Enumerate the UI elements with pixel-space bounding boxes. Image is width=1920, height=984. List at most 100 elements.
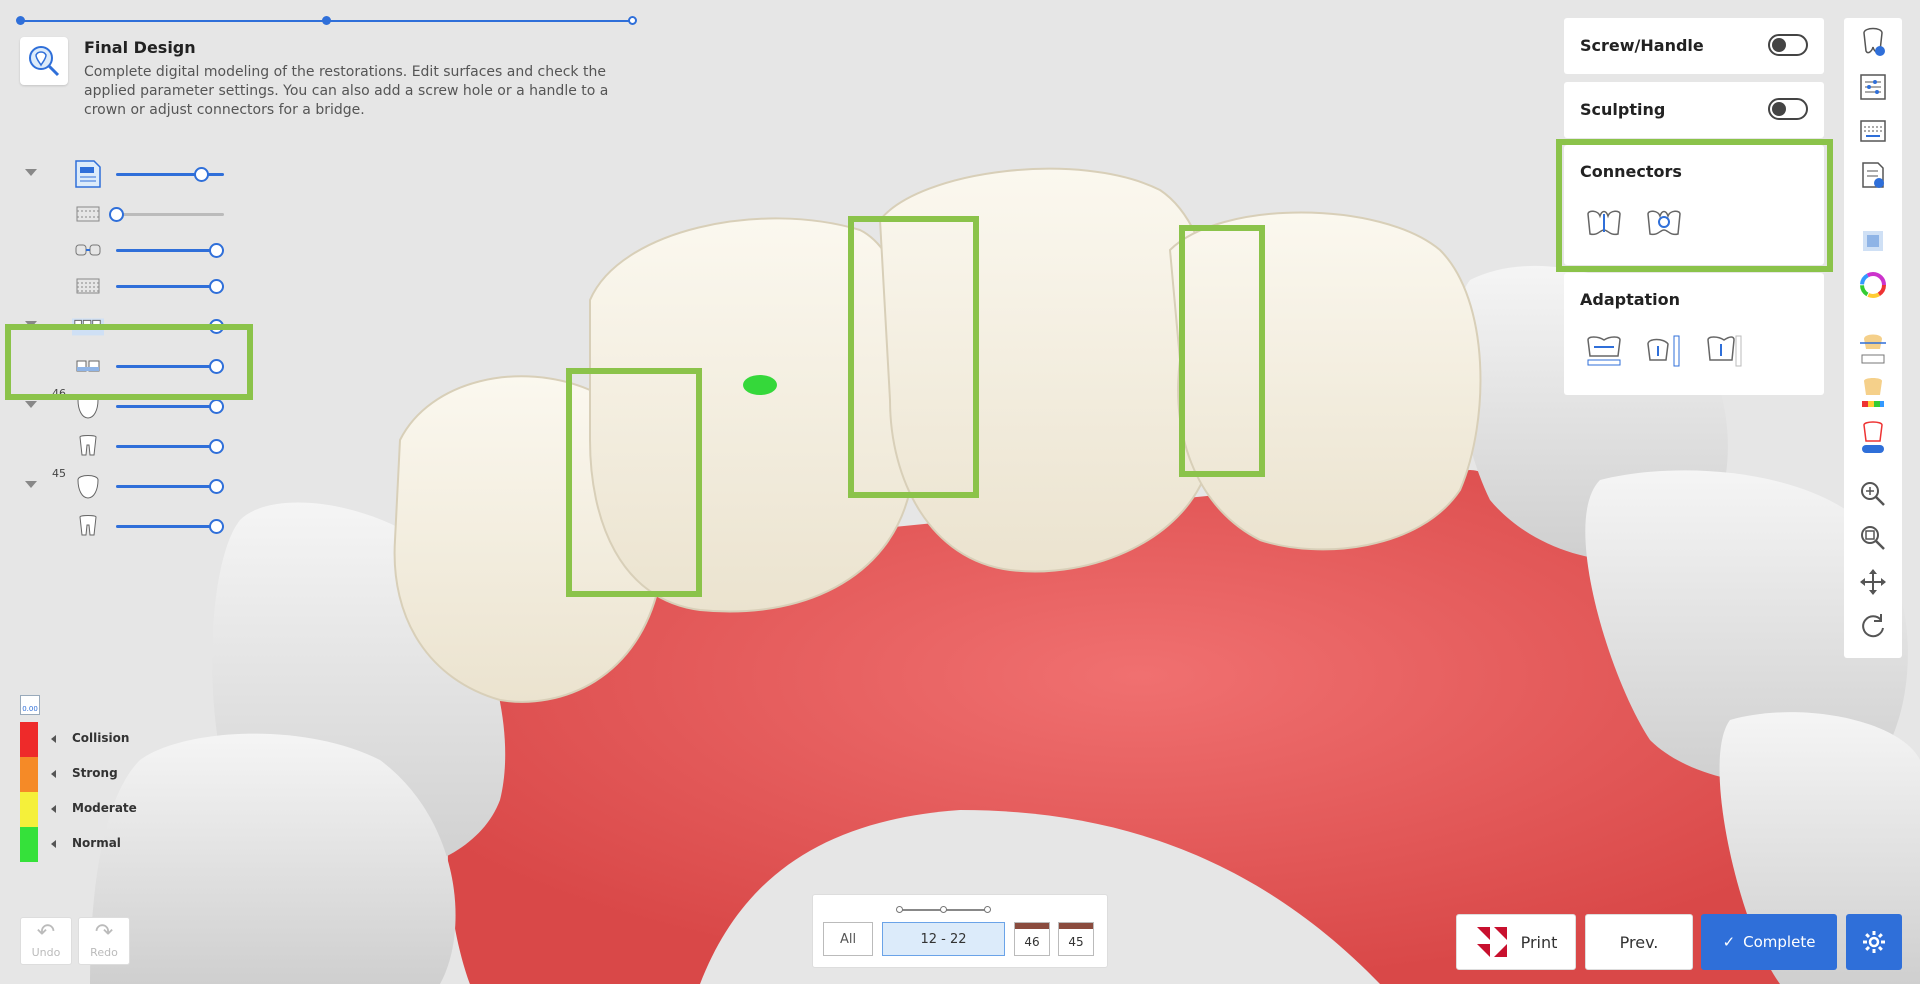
document-icon[interactable] [72, 160, 104, 188]
sculpting-toggle[interactable] [1768, 98, 1808, 120]
adaptation-depth-icon[interactable] [1702, 333, 1746, 369]
selector-slider-dot[interactable] [896, 906, 903, 913]
opacity-slider[interactable] [116, 399, 224, 414]
connector-edit-icon[interactable] [1582, 205, 1626, 241]
settings-sliders-icon[interactable] [1857, 71, 1889, 103]
range-12-22-button[interactable]: 12 - 22 [882, 922, 1005, 956]
adaptation-width-icon[interactable] [1582, 333, 1626, 369]
tree-row[interactable] [0, 349, 250, 383]
complete-button[interactable]: ✓ Complete [1701, 914, 1837, 970]
keyboard-icon[interactable] [1857, 115, 1889, 147]
bridge-icon[interactable] [72, 313, 104, 339]
progress-dot-mid[interactable] [322, 16, 331, 25]
all-teeth-button[interactable]: All [823, 922, 873, 956]
slider-thumb[interactable] [209, 243, 224, 258]
selector-slider-track[interactable] [896, 906, 991, 913]
redo-button[interactable]: ↷ Redo [78, 917, 130, 965]
tree-row[interactable]: 46 [0, 387, 250, 423]
tooth-46-button[interactable]: 46 [1014, 922, 1050, 956]
progress-dot-end[interactable] [628, 16, 637, 25]
prev-button[interactable]: Prev. [1585, 914, 1693, 970]
toggle-knob [1772, 102, 1786, 116]
abutment-icon[interactable] [72, 513, 104, 539]
tree-row[interactable] [0, 309, 250, 343]
scan-jaw-icon[interactable] [72, 201, 104, 227]
legend-arrow-icon[interactable] [51, 735, 56, 743]
bridge-outline-icon[interactable] [72, 237, 104, 263]
slider-thumb[interactable] [209, 479, 224, 494]
opacity-slider[interactable] [116, 319, 224, 334]
crown-icon[interactable] [72, 393, 104, 419]
slider-thumb[interactable] [209, 519, 224, 534]
undo-button[interactable]: ↶ Undo [20, 917, 72, 965]
tree-row[interactable]: 45 [0, 467, 250, 503]
expand-caret-icon[interactable] [25, 481, 37, 488]
connector-adjust-icon[interactable] [1642, 205, 1686, 241]
expand-caret-icon[interactable] [25, 321, 37, 328]
opacity-slider[interactable] [116, 439, 224, 454]
progress-dot-start[interactable] [16, 16, 25, 25]
bridge-tooth-2 [589, 217, 916, 613]
tooth-45-button[interactable]: 45 [1058, 922, 1094, 956]
tooth-number: 45 [52, 467, 66, 480]
check-icon: ✓ [1722, 933, 1736, 951]
settings-button[interactable] [1846, 914, 1902, 970]
slider-thumb[interactable] [209, 359, 224, 374]
opacity-slider[interactable] [116, 359, 224, 374]
tooth-number: 46 [52, 387, 66, 400]
slider-thumb[interactable] [209, 399, 224, 414]
legend-value-box[interactable]: 0.00 [20, 695, 40, 715]
zoom-fit-icon[interactable] [1857, 522, 1889, 554]
gear-icon [1863, 931, 1885, 953]
legend-swatch [20, 757, 38, 792]
margin-toggle-icon[interactable] [1857, 421, 1889, 454]
tree-row[interactable] [0, 509, 250, 543]
tree-row[interactable] [0, 233, 250, 267]
legend-arrow-icon[interactable] [51, 805, 56, 813]
tooth-info-icon[interactable] [1857, 26, 1889, 58]
view-mode-icon[interactable] [1857, 225, 1889, 257]
opacity-slider[interactable] [116, 519, 224, 534]
print-logo-icon [1474, 925, 1509, 959]
adaptation-label: Adaptation [1580, 290, 1681, 309]
opacity-slider[interactable] [109, 207, 224, 222]
slider-thumb[interactable] [194, 167, 209, 182]
expand-caret-icon[interactable] [25, 401, 37, 408]
bridge-tooth-3 [878, 167, 1221, 573]
thickness-map-icon[interactable] [1857, 378, 1889, 410]
color-wheel-icon[interactable] [1857, 269, 1889, 301]
legend-arrow-icon[interactable] [51, 840, 56, 848]
report-icon[interactable] [1857, 159, 1889, 191]
selector-slider-dot[interactable] [984, 906, 991, 913]
slider-thumb[interactable] [209, 279, 224, 294]
section-view-icon[interactable] [1857, 334, 1889, 366]
slider-thumb[interactable] [209, 439, 224, 454]
zoom-in-icon[interactable] [1857, 478, 1889, 510]
sculpting-label: Sculpting [1580, 100, 1666, 119]
tooth-color-bar [1059, 923, 1093, 929]
complete-label: Complete [1743, 933, 1816, 951]
adaptation-height-icon[interactable] [1642, 333, 1686, 369]
rotate-icon[interactable] [1857, 610, 1889, 642]
selector-slider-dot[interactable] [940, 906, 947, 913]
expand-caret-icon[interactable] [25, 169, 37, 176]
screw-handle-toggle[interactable] [1768, 34, 1808, 56]
tree-row[interactable] [0, 197, 250, 231]
pan-icon[interactable] [1857, 566, 1889, 598]
legend-arrow-icon[interactable] [51, 770, 56, 778]
tree-row[interactable] [0, 157, 250, 191]
opacity-slider[interactable] [116, 279, 224, 294]
opacity-slider[interactable] [116, 243, 224, 258]
slider-thumb[interactable] [209, 319, 224, 334]
bridge-small-icon[interactable] [72, 353, 104, 379]
opacity-slider[interactable] [116, 167, 224, 182]
opacity-slider[interactable] [116, 479, 224, 494]
jaw-scan-icon[interactable] [72, 273, 104, 299]
crown-icon[interactable] [72, 473, 104, 499]
contact-mark [743, 375, 777, 395]
slider-thumb[interactable] [109, 207, 124, 222]
print-button[interactable]: Print [1456, 914, 1576, 970]
abutment-icon[interactable] [72, 433, 104, 459]
tree-row[interactable] [0, 269, 250, 303]
tree-row[interactable] [0, 429, 250, 463]
